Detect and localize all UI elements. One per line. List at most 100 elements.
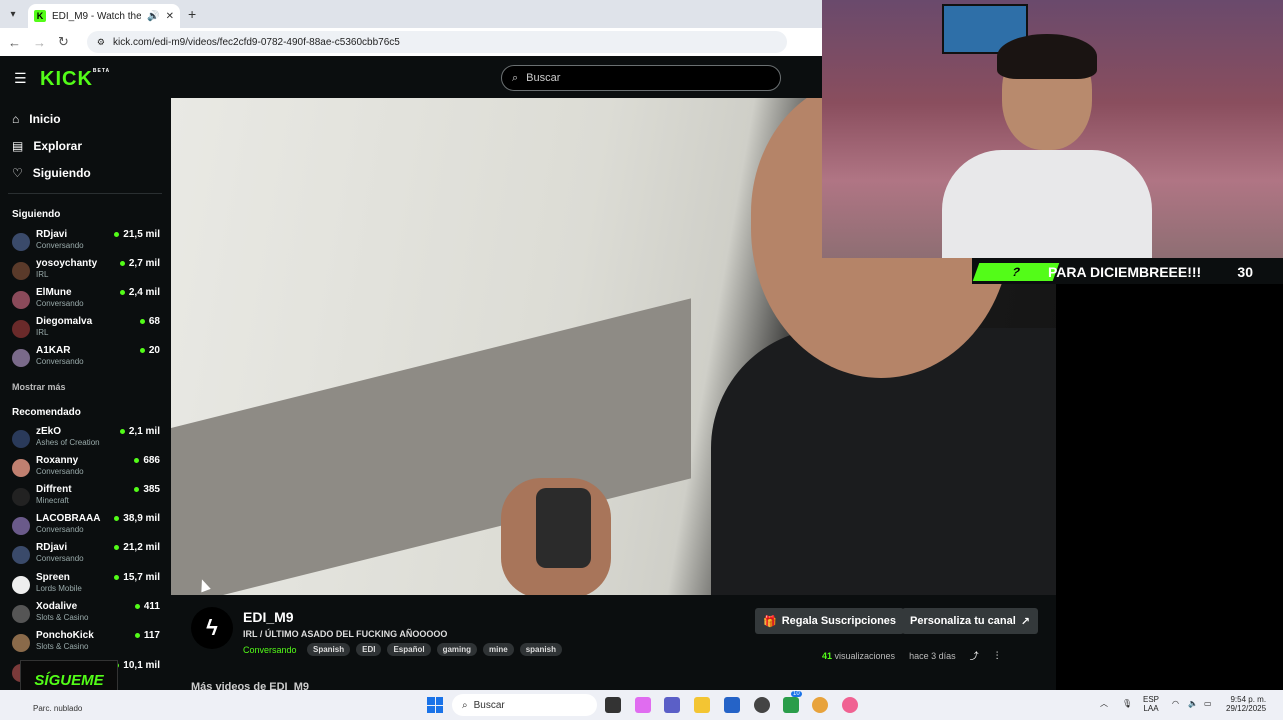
following-channel[interactable]: RDjavi Conversando 21,5 mil [12,229,160,255]
reload-icon[interactable]: ↻ [58,34,69,50]
taskbar-search[interactable]: ⌕ Buscar [452,694,597,716]
tab-list-chevron-icon[interactable]: ▾ [0,0,26,28]
recommended-channel[interactable]: RDjavi Conversando 21,2 mil [12,542,160,568]
following-channel[interactable]: yosoychanty IRL 2,7 mil [12,258,160,284]
tag[interactable]: mine [483,643,514,656]
clock-date: 29/12/2025 [1226,704,1267,713]
recommended-channel[interactable]: Diffrent Minecraft 385 [12,484,160,510]
copilot-icon[interactable] [635,697,651,713]
chrome-icon[interactable] [812,697,828,713]
video-date: hace 3 días [909,650,956,661]
logo-text: KICK [40,68,93,90]
recommended-channel[interactable]: LACOBRAAA Conversando 38,9 mil [12,513,160,539]
webcam-person [942,34,1152,258]
viewer-count: 411 [134,601,160,612]
obs-icon[interactable] [754,697,770,713]
microphone-icon[interactable]: 🎙 [1122,699,1132,708]
url-field[interactable]: ⚙ kick.com/edi-m9/videos/fec2cfd9-0782-4… [86,31,787,53]
gift-subs-button[interactable]: 🎁 Regala Suscripciones [755,608,905,634]
recommended-channel[interactable]: Spreen Lords Mobile 15,7 mil [12,572,160,598]
menu-icon[interactable]: ☰ [14,70,27,87]
recommended-channel[interactable]: zEkO Ashes of Creation 2,1 mil [12,426,160,452]
volume-icon[interactable]: 🔈 [1188,699,1198,708]
gift-icon: 🎁 [763,615,777,628]
recommended-channel[interactable]: Roxanny Conversando 686 [12,455,160,481]
back-icon[interactable]: ← [8,35,21,50]
avatar [12,262,30,280]
viewer-count-text: 686 [143,455,160,466]
heart-icon: ♡ [12,166,23,180]
clock-time: 9:54 p. m. [1230,695,1267,704]
recommended-channel[interactable]: PonchoKick Slots & Casino 117 [12,630,160,656]
avatar [12,430,30,448]
kick-logo[interactable]: KICKBETA [40,68,110,91]
weather-widget[interactable]: Parc. nublado [33,704,82,713]
video-category[interactable]: Conversando [243,645,297,655]
show-more-link[interactable]: Mostrar más [12,382,66,392]
viewer-count: 38,9 mil [114,513,160,524]
viewer-count: 2,4 mil [119,287,160,298]
viewer-count-text: 2,1 mil [128,426,160,437]
site-info-icon[interactable]: ⚙ [97,37,105,48]
wifi-icon[interactable]: ◠ [1172,699,1179,708]
nav-home[interactable]: ⌂ Inicio [12,112,61,126]
channel-category: Conversando [36,357,84,366]
tag[interactable]: gaming [436,643,478,656]
webcam-overlay [822,0,1283,258]
channel-avatar[interactable]: ϟ [191,607,233,649]
tag[interactable]: Spanish [307,643,351,656]
divider [8,193,162,194]
webcam-body [942,150,1152,258]
channel-category: Lords Mobile [36,584,82,593]
customize-channel-button[interactable]: Personaliza tu canal ↗ [902,608,1038,634]
kick-header: ☰ KICKBETA ⌕ Buscar [0,56,822,98]
tag[interactable]: Español [387,643,431,656]
windows-start-icon[interactable] [427,697,443,713]
channel-category: IRL [36,270,49,279]
viewer-count-text: 15,7 mil [123,572,160,583]
avatar [12,605,30,623]
viewer-count-text: 21,2 mil [123,542,160,553]
live-dot-icon [114,516,120,521]
app-icon[interactable] [724,697,740,713]
browser-tab[interactable]: K EDI_M9 - Watch the VOD o 🔊 ✕ [28,4,180,28]
video-title: IRL / ÚLTIMO ASADO DEL FUCKING AÑOOOOO [243,629,448,639]
new-tab-button[interactable]: + [188,6,196,22]
following-channel[interactable]: ElMune Conversando 2,4 mil [12,287,160,313]
sidebar: ⌂ Inicio ▤ Explorar ♡ Siguiendo Siguiendo R… [0,98,170,690]
following-channel[interactable]: Diegomalva IRL 68 [12,316,160,342]
search-input[interactable]: ⌕ Buscar [501,65,781,91]
file-explorer-icon[interactable] [694,697,710,713]
viewer-count-text: 21,5 mil [123,229,160,240]
webcam-hair [997,34,1097,79]
tag[interactable]: spanish [519,643,562,656]
windows-taskbar: Parc. nublado ⌕ Buscar 10 ︿ 🎙 ESP LAA ◠ … [0,690,1283,720]
teams-icon[interactable] [664,697,680,713]
tag[interactable]: EDI [356,643,382,656]
live-dot-icon [114,232,120,237]
language-indicator[interactable]: ESP LAA [1143,695,1159,713]
share-icon[interactable]: ⤴ [970,649,979,662]
nav-following[interactable]: ♡ Siguiendo [12,166,91,180]
language-line-2: LAA [1143,704,1159,713]
task-view-icon[interactable] [605,697,621,713]
channel-name: RDjavi [36,542,68,553]
close-tab-icon[interactable]: ✕ [166,11,174,22]
battery-icon[interactable]: ▭ [1204,699,1212,708]
channel-category: Slots & Casino [36,613,89,622]
more-options-icon[interactable]: ⋮ [993,650,1002,661]
channel-name: Spreen [36,572,70,583]
following-channel[interactable]: A1KAR Conversando 20 [12,345,160,371]
opera-icon[interactable] [842,697,858,713]
speaker-icon[interactable]: 🔊 [147,11,159,22]
viewer-count-text: 385 [143,484,160,495]
viewer-count-text: 68 [148,316,160,327]
forward-icon[interactable]: → [33,35,46,50]
nav-explore[interactable]: ▤ Explorar [12,139,82,153]
gift-subs-label: Regala Suscripciones [781,615,897,627]
xbox-icon[interactable]: 10 [783,691,802,713]
channel-name[interactable]: EDI_M9 [243,609,294,625]
recommended-channel[interactable]: Xodalive Slots & Casino 411 [12,601,160,627]
tray-chevron-icon[interactable]: ︿ [1100,699,1108,708]
clock[interactable]: 9:54 p. m. 29/12/2025 [1226,695,1266,713]
